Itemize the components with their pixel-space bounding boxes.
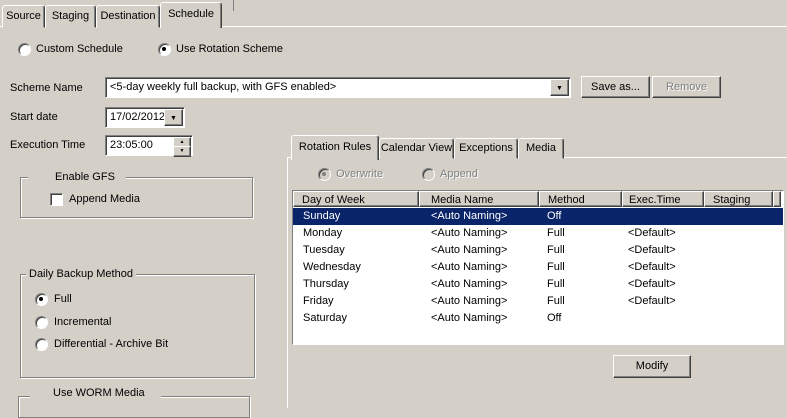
table-row[interactable]: Friday <Auto Naming> Full <Default> xyxy=(293,293,783,310)
column-header-exec-time[interactable]: Exec.Time xyxy=(622,191,704,207)
table-row[interactable]: Monday <Auto Naming> Full <Default> xyxy=(293,225,783,242)
dropdown-arrow-icon[interactable]: ▼ xyxy=(164,109,183,126)
tab-exceptions-label: Exceptions xyxy=(459,142,513,154)
scheme-name-combobox[interactable]: <5-day weekly full backup, with GFS enab… xyxy=(105,77,571,98)
execution-time-label: Execution Time xyxy=(10,139,86,151)
use-rotation-scheme-label: Use Rotation Scheme xyxy=(176,43,283,55)
tab-source-label: Source xyxy=(6,10,41,22)
append-label: Append xyxy=(440,168,478,180)
incremental-label: Incremental xyxy=(54,316,112,328)
tab-calendar-view[interactable]: Calendar View xyxy=(379,138,454,159)
modify-button[interactable]: Modify xyxy=(613,355,691,378)
remove-label: Remove xyxy=(666,81,707,93)
tab-staging-label: Staging xyxy=(51,10,90,22)
execution-time-spinner[interactable]: 23:05:00 ▲ ▼ xyxy=(105,135,193,157)
full-radio[interactable] xyxy=(35,293,48,306)
table-row[interactable]: Sunday <Auto Naming> Off xyxy=(293,208,783,225)
table-row[interactable]: Tuesday <Auto Naming> Full <Default> xyxy=(293,242,783,259)
column-header-day-of-week[interactable]: Day of Week xyxy=(293,191,419,207)
tab-media[interactable]: Media xyxy=(518,138,564,159)
custom-schedule-label: Custom Schedule xyxy=(36,43,123,55)
tab-exceptions[interactable]: Exceptions xyxy=(454,138,518,159)
tab-destination[interactable]: Destination xyxy=(96,5,160,28)
overwrite-radio xyxy=(318,168,331,181)
save-as-label: Save as... xyxy=(591,81,640,93)
full-label: Full xyxy=(54,293,72,305)
table-row[interactable]: Wednesday <Auto Naming> Full <Default> xyxy=(293,259,783,276)
tab-destination-label: Destination xyxy=(100,10,156,22)
scheme-name-value: <5-day weekly full backup, with GFS enab… xyxy=(110,81,337,93)
daily-backup-method-title: Daily Backup Method xyxy=(26,268,136,280)
custom-schedule-radio[interactable] xyxy=(18,43,31,56)
differential-archive-bit-label: Differential - Archive Bit xyxy=(54,338,169,350)
start-date-picker[interactable]: 17/02/2012 ▼ xyxy=(105,107,185,128)
tab-rotation-rules-label: Rotation Rules xyxy=(298,141,372,153)
start-date-label: Start date xyxy=(10,111,58,123)
tab-schedule-label: Schedule xyxy=(168,8,214,20)
enable-gfs-label: Enable GFS xyxy=(52,171,118,183)
table-header-row: Day of Week Media Name Method Exec.Time … xyxy=(293,191,783,208)
window-edge-line xyxy=(233,0,234,11)
schedule-tab-page: { "window": {"bg":"#d4d0c8","selection_c… xyxy=(0,0,787,418)
remove-button[interactable]: Remove xyxy=(652,76,721,98)
rotation-rules-table: Day of Week Media Name Method Exec.Time … xyxy=(292,190,784,345)
tab-staging[interactable]: Staging xyxy=(45,5,96,28)
append-media-checkbox[interactable] xyxy=(50,193,63,206)
append-radio xyxy=(422,168,435,181)
column-header-filler xyxy=(773,191,781,207)
overwrite-label: Overwrite xyxy=(336,168,384,180)
column-header-media-name[interactable]: Media Name xyxy=(419,191,539,207)
column-header-method[interactable]: Method xyxy=(539,191,622,207)
start-date-value: 17/02/2012 xyxy=(110,111,166,123)
scheme-name-label: Scheme Name xyxy=(10,82,83,94)
append-media-label: Append Media xyxy=(69,193,140,205)
differential-archive-bit-radio[interactable] xyxy=(35,338,48,351)
dropdown-arrow-icon[interactable]: ▼ xyxy=(550,79,569,96)
modify-label: Modify xyxy=(635,360,669,372)
use-rotation-scheme-radio[interactable] xyxy=(158,43,171,56)
tab-rotation-rules[interactable]: Rotation Rules xyxy=(291,135,379,160)
save-as-button[interactable]: Save as... xyxy=(581,76,650,98)
table-row[interactable]: Saturday <Auto Naming> Off xyxy=(293,310,783,327)
tab-media-label: Media xyxy=(526,142,556,154)
tab-schedule[interactable]: Schedule xyxy=(160,2,222,28)
execution-time-value: 23:05:00 xyxy=(110,139,153,151)
column-header-staging[interactable]: Staging xyxy=(704,191,773,207)
table-row[interactable]: Thursday <Auto Naming> Full <Default> xyxy=(293,276,783,293)
incremental-radio[interactable] xyxy=(35,316,48,329)
spinner-down-icon[interactable]: ▼ xyxy=(173,146,191,157)
tab-source[interactable]: Source xyxy=(2,5,45,28)
use-worm-media-label: Use WORM Media xyxy=(53,387,145,399)
tab-calendar-view-label: Calendar View xyxy=(380,142,453,154)
